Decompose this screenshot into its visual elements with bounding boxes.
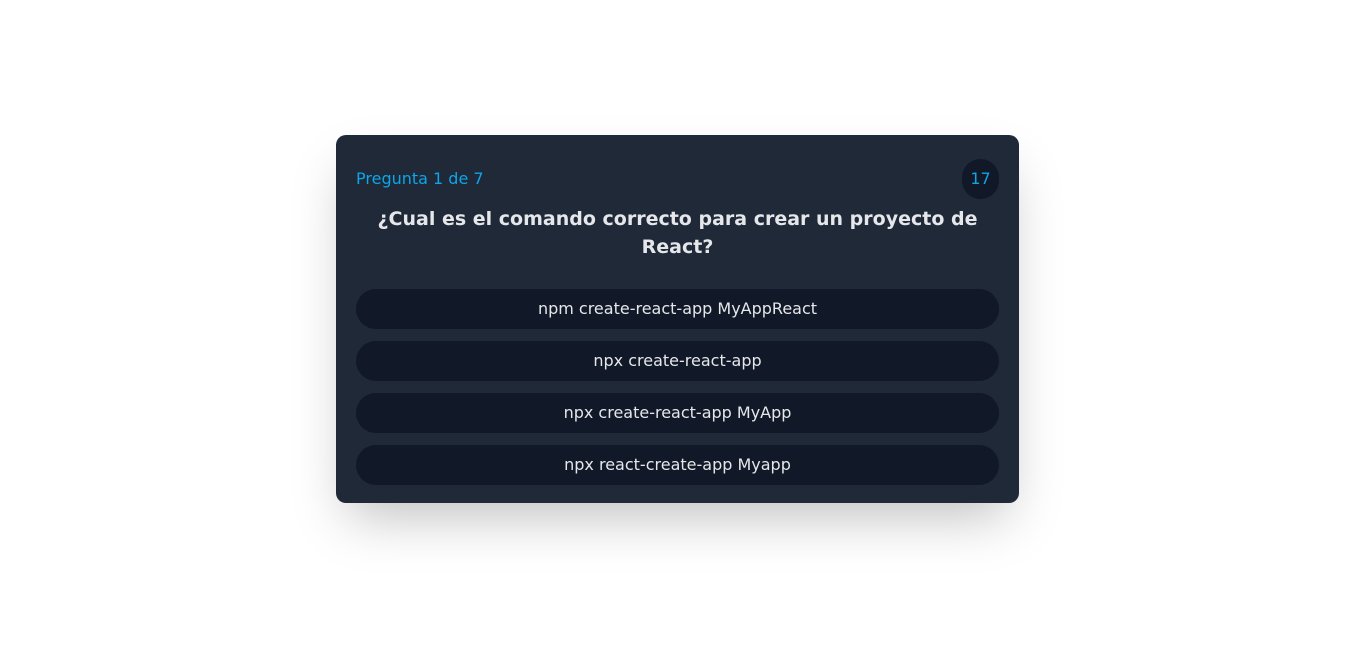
question-counter: Pregunta 1 de 7 <box>356 169 484 188</box>
page: Pregunta 1 de 7 17 ¿Cual es el comando c… <box>0 0 1360 652</box>
countdown-timer: 17 <box>962 159 999 199</box>
quiz-card: Pregunta 1 de 7 17 ¿Cual es el comando c… <box>336 135 1019 503</box>
answer-option-2[interactable]: npx create-react-app <box>356 341 999 381</box>
question-text: ¿Cual es el comando correcto para crear … <box>377 208 978 258</box>
answer-option-3[interactable]: npx create-react-app MyApp <box>356 393 999 433</box>
answer-option-1[interactable]: npm create-react-app MyAppReact <box>356 289 999 329</box>
answer-list: npm create-react-app MyAppReact npx crea… <box>356 289 999 485</box>
quiz-header: Pregunta 1 de 7 17 <box>356 159 999 199</box>
answer-option-4[interactable]: npx react-create-app Myapp <box>356 445 999 485</box>
